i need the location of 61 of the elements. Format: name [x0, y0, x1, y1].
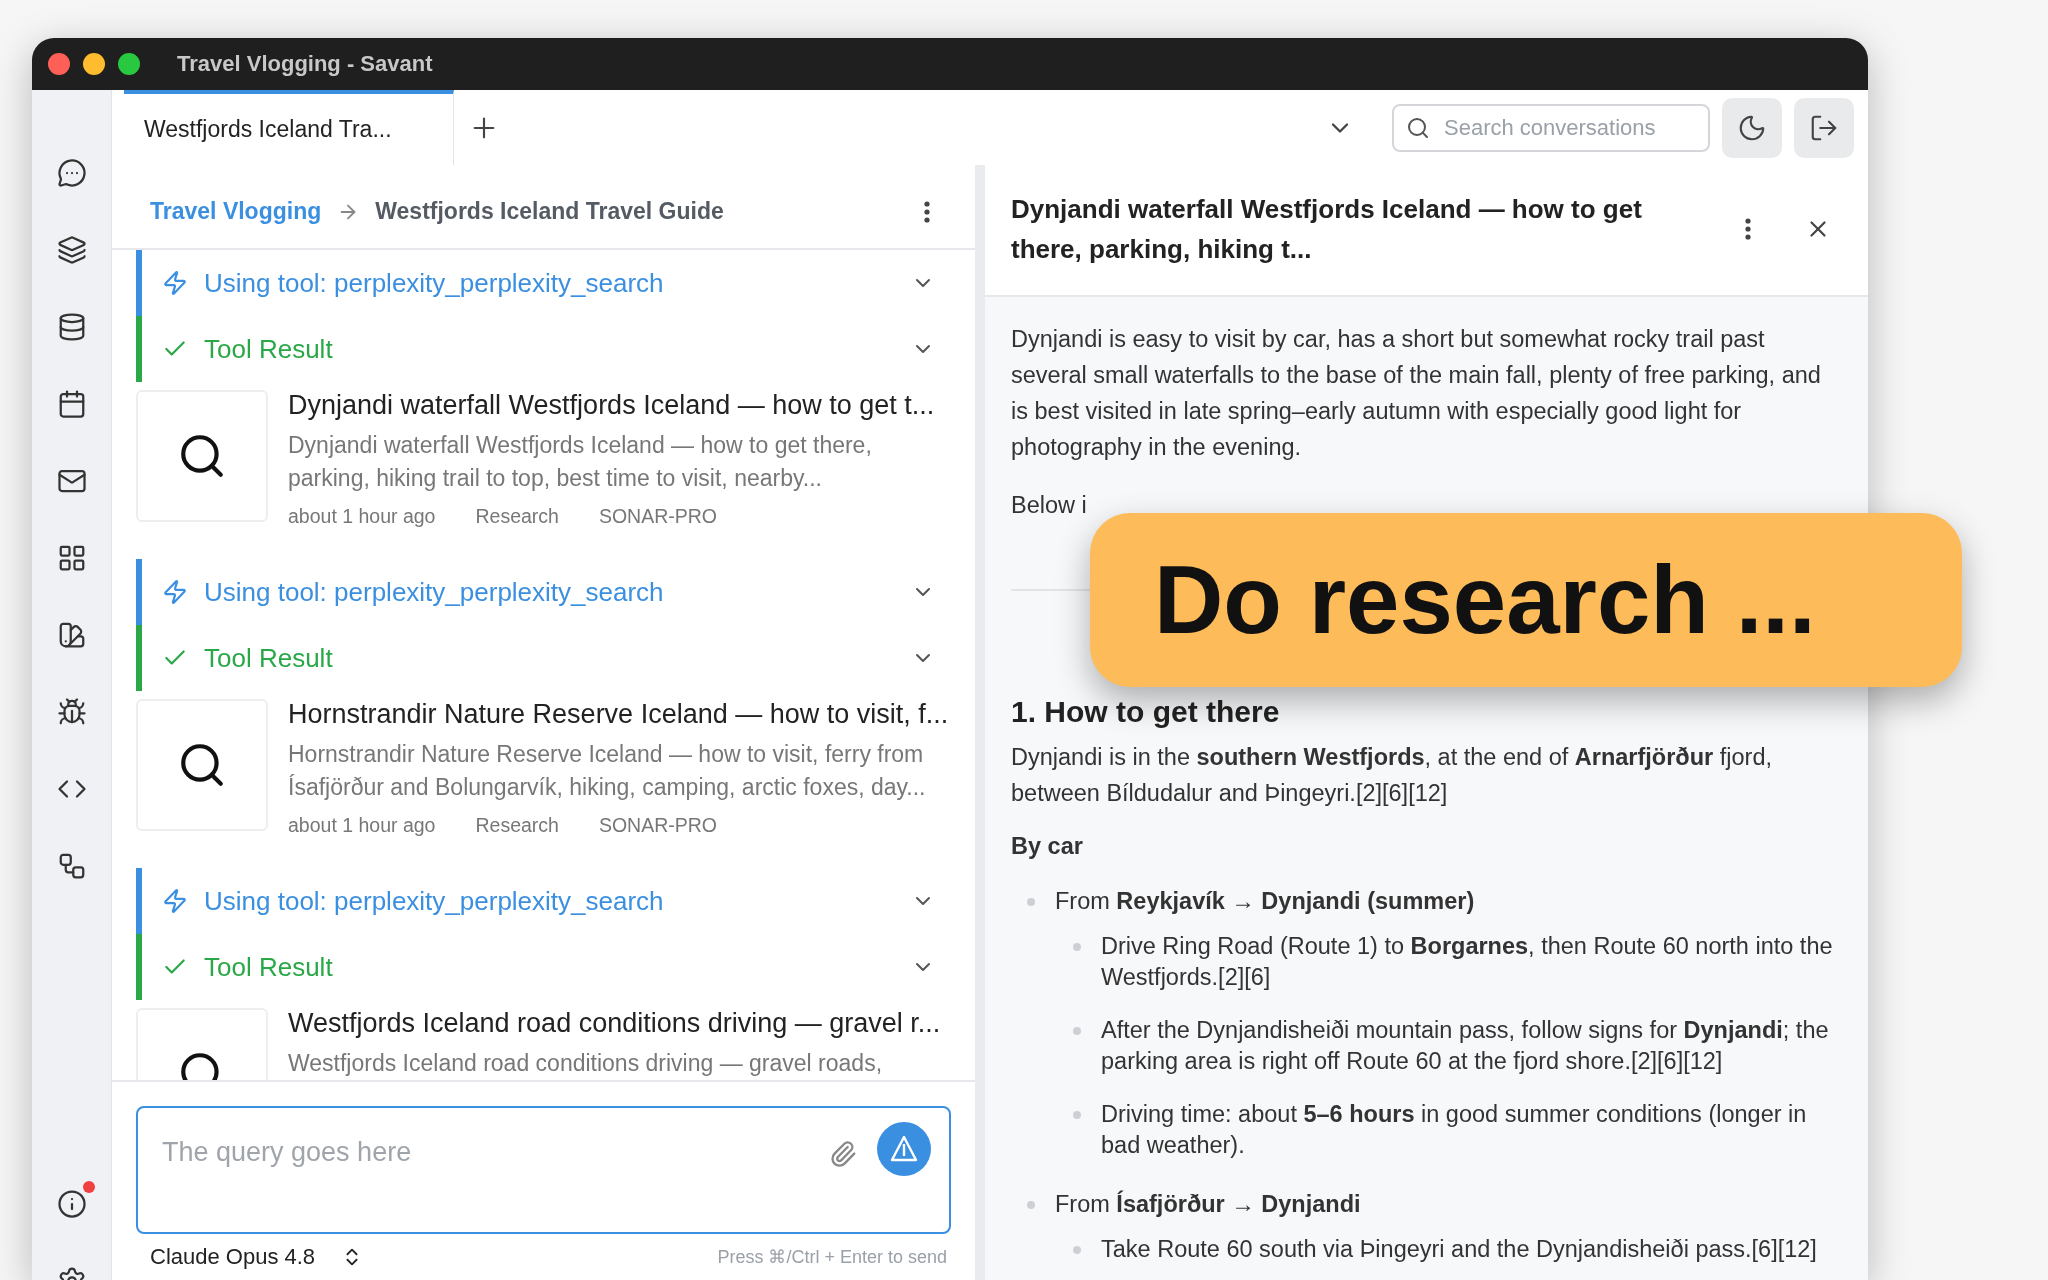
layers-button[interactable]: [56, 235, 87, 265]
bullet-icon: [1073, 1027, 1081, 1035]
section-heading: 1. How to get there: [1011, 695, 1281, 729]
list-item: From Ísafjörður → Dynjandi: [1055, 1191, 1361, 1217]
result-snippet: Dynjandi waterfall Westfjords Iceland — how to get there, parking, hiking trail to top, best time to visit, nearby...: [288, 431, 873, 493]
send-button[interactable]: [877, 1122, 931, 1176]
bug-button[interactable]: [56, 697, 87, 727]
more-icon: [1745, 218, 1751, 240]
maximize-light[interactable]: [118, 53, 140, 75]
result-meta: Research: [475, 505, 559, 528]
result-snippet: Westfjords Iceland road conditions driving — gravel roads,: [288, 1049, 884, 1078]
bullet-icon: [1073, 1246, 1081, 1254]
paragraph: Below i: [1011, 491, 1088, 520]
result-title[interactable]: Westfjords Iceland road conditions driving — gravel r...: [288, 1008, 941, 1039]
paragraph: Dynjandi is easy to visit by car, has a short but somewhat rocky trail past several small waterfalls to the base of the main fall, plenty of free parking, and is best visited in late spring–early autumn with especially good light for photography in the evening.: [1011, 325, 1822, 462]
window-title: Travel Vlogging - Savant: [177, 51, 433, 77]
result-meta: about 1 hour ago: [288, 505, 436, 528]
result-meta: Research: [475, 814, 559, 837]
search-icon: [1406, 115, 1430, 140]
info-button[interactable]: [56, 1189, 87, 1219]
paragraph: Dynjandi is in the southern Westfjords, at the end of Arnarfjörður fjord, between Bíldudalur and Þingeyri.[2][6][12]: [1011, 743, 1773, 808]
list-item: Drive Ring Road (Route 1) to Borgarnes, then Route 60 north into the Westfjords.[2][6]: [1101, 933, 1833, 990]
logout-button[interactable]: [1794, 97, 1854, 158]
dark-mode-button[interactable]: [1722, 97, 1782, 158]
list-item: After the Dynjandisheiði mountain pass, follow signs for Dynjandi; the parking area is right off Route 60 at the fjord shore.[2][6][12]: [1101, 1017, 1829, 1074]
tab[interactable]: Westfjords Iceland Tra...: [124, 90, 454, 165]
breadcrumb-current: Westfjords Iceland Travel Guide: [375, 198, 724, 225]
result-snippet: Hornstrandir Nature Reserve Iceland — how to visit, ferry from Ísafjörður and Bolungarvík, hiking, camping, arctic foxes, day...: [288, 740, 927, 802]
bullet-icon: [1073, 943, 1081, 951]
breadcrumb-link[interactable]: Travel Vlogging: [150, 198, 322, 225]
detail-title: Dynjandi waterfall Westfjords Iceland — how to get there, parking, hiking t...: [1011, 193, 1643, 266]
send-icon: [889, 1134, 919, 1164]
info-icon: [56, 1189, 87, 1219]
bullet-icon: [1027, 1201, 1035, 1209]
chat-button[interactable]: [56, 158, 87, 188]
result-meta: SONAR-PRO: [598, 814, 718, 837]
result-meta: SONAR-PRO: [598, 505, 718, 528]
chat-icon: [56, 158, 87, 188]
send-hint: Press ⌘/Ctrl + Enter to send: [717, 1246, 947, 1268]
callout-text: Do research ...: [1154, 545, 1816, 655]
close-light[interactable]: [48, 53, 70, 75]
bug-icon: [56, 697, 87, 727]
list-item: Take Route 60 south via Þingeyri and the Dynjandisheiði pass.[6][12]: [1101, 1236, 1817, 1262]
lightning-icon: [162, 270, 188, 296]
lightning-icon: [162, 579, 188, 605]
result-title[interactable]: Hornstrandir Nature Reserve Iceland — how to visit, f...: [288, 699, 947, 730]
list-item: Driving time: about 5–6 hours in good summer conditions (longer in bad weather).: [1101, 1101, 1807, 1158]
bullet-icon: [1073, 1111, 1081, 1119]
layers-icon: [56, 235, 87, 265]
subheading: By car: [1011, 833, 1084, 860]
minimize-light[interactable]: [83, 53, 105, 75]
model-selector[interactable]: Claude Opus 4.8: [150, 1244, 364, 1270]
bullet-icon: [1027, 898, 1035, 906]
lightning-icon: [162, 888, 188, 914]
list-item: From Reykjavík → Dynjandi (summer): [1055, 888, 1475, 914]
more-icon: [924, 200, 930, 223]
result-title[interactable]: Dynjandi waterfall Westfjords Iceland — how to get t...: [288, 390, 947, 421]
result-meta: about 1 hour ago: [288, 814, 436, 837]
paperclip-icon[interactable]: [829, 1140, 857, 1168]
query-field[interactable]: The query goes here: [136, 1106, 951, 1234]
search-field[interactable]: Search conversations: [1392, 103, 1710, 152]
